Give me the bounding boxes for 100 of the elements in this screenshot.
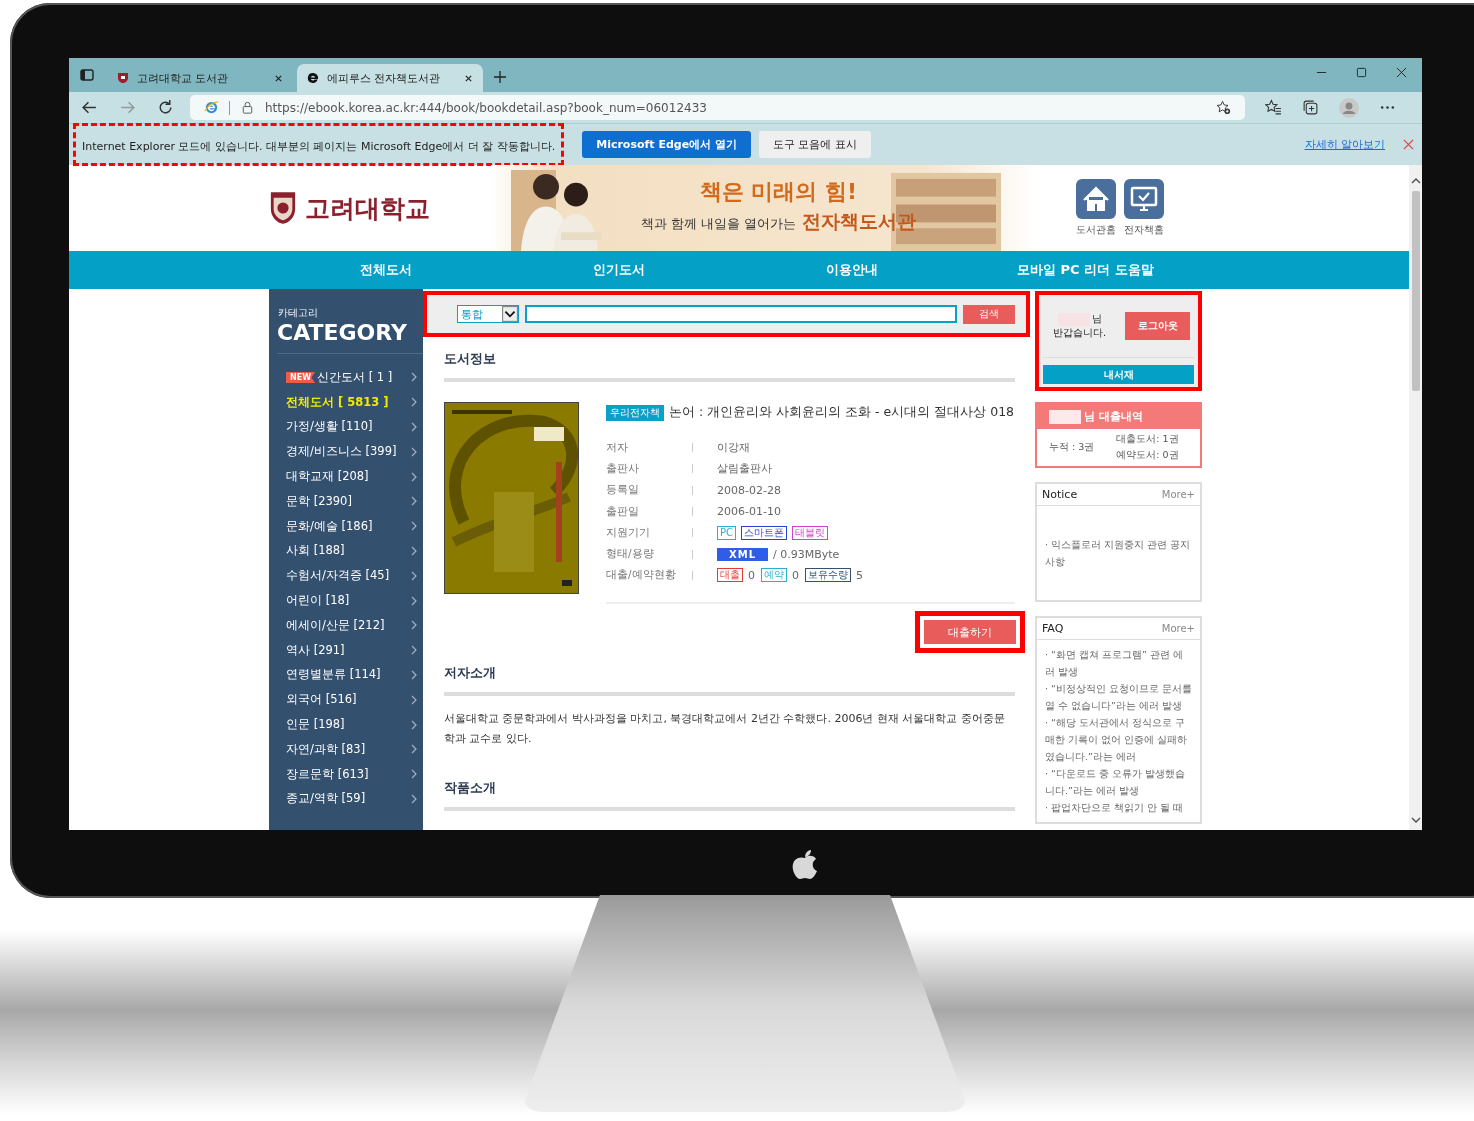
category-link[interactable]: 전체도서 [ 5813 ] bbox=[269, 389, 423, 415]
chevron-icon bbox=[411, 744, 417, 755]
category-link[interactable]: 사회 [188] bbox=[269, 538, 423, 564]
chevron-icon bbox=[411, 694, 417, 705]
device-tag: 태블릿 bbox=[792, 525, 828, 540]
status-count: 0 bbox=[792, 568, 799, 582]
faq-link[interactable]: · “다운로드 중 오류가 발생했습니다.”라는 에러 발생 bbox=[1045, 765, 1192, 799]
sidebar-subtitle: 카테고리 bbox=[278, 306, 319, 320]
total-loans: 누적 : 3권 bbox=[1049, 441, 1095, 454]
maximize-icon[interactable] bbox=[1356, 67, 1367, 78]
current-loans: 대출도서: 1권 bbox=[1116, 433, 1179, 446]
chevron-icon bbox=[411, 372, 417, 383]
lock-icon bbox=[240, 100, 255, 115]
refresh-icon[interactable] bbox=[157, 99, 174, 116]
back-icon[interactable] bbox=[81, 99, 98, 116]
chevron-icon bbox=[411, 719, 417, 730]
card-title: FAQ bbox=[1042, 622, 1064, 635]
field-value: 2008-02-28 bbox=[717, 483, 781, 497]
more-link[interactable]: More+ bbox=[1161, 623, 1195, 634]
author-bio: 서울대학교 중문학과에서 박사과정을 마치고, 북경대학교에서 2년간 수학했다. 2006년 현재 서울대학교 중어중문학과 교수로 있다. bbox=[444, 711, 1006, 747]
browser-tab[interactable]: 고려대학교 도서관 bbox=[107, 64, 293, 92]
open-in-edge-button[interactable]: Microsoft Edge에서 열기 bbox=[582, 131, 751, 158]
add-favorite-icon[interactable] bbox=[1216, 100, 1231, 115]
status-tag: 예약 bbox=[761, 568, 787, 583]
faq-link[interactable]: · “해당 도서관에서 정식으로 구매한 기록이 없어 인증에 실패하였습니다.”라는 에러 bbox=[1045, 714, 1192, 765]
category-link[interactable]: 에세이/산문 [212] bbox=[269, 612, 423, 638]
category-link[interactable]: 문화/예술 [186] bbox=[269, 513, 423, 539]
new-tab-icon[interactable] bbox=[493, 70, 507, 84]
category-link[interactable]: 대학교재 [208] bbox=[269, 464, 423, 489]
home-icon bbox=[1076, 179, 1116, 219]
category-link[interactable]: 경제/비즈니스 [399] bbox=[269, 439, 423, 465]
new-badge: NEW bbox=[286, 371, 315, 383]
chevron-icon bbox=[411, 545, 417, 556]
file-size: / 0.93MByte bbox=[773, 547, 840, 561]
quick-link[interactable]: 도서관홈 bbox=[1076, 179, 1116, 237]
category-link[interactable]: NEW 신간도서 [ 1 ] bbox=[269, 365, 423, 390]
more-link[interactable]: More+ bbox=[1161, 489, 1195, 500]
category-link[interactable]: 외국어 [516] bbox=[269, 687, 423, 713]
category-link[interactable]: 연령별분류 [114] bbox=[269, 662, 423, 688]
scroll-thumb[interactable] bbox=[1411, 191, 1420, 391]
crest-icon bbox=[269, 189, 297, 227]
profile-avatar[interactable] bbox=[1339, 97, 1359, 118]
learn-more-link[interactable]: 자세히 알아보기 bbox=[1304, 137, 1385, 152]
tab-actions-icon[interactable] bbox=[79, 67, 95, 83]
close-icon[interactable] bbox=[464, 73, 473, 83]
monitor-icon bbox=[1124, 179, 1164, 219]
field-label: 지원기기 bbox=[606, 525, 651, 540]
chevron-icon bbox=[411, 446, 417, 457]
favorites-icon[interactable] bbox=[1265, 99, 1282, 116]
shield-icon bbox=[117, 72, 129, 84]
scroll-down-icon[interactable] bbox=[1410, 816, 1421, 824]
card-title: Notice bbox=[1042, 488, 1078, 501]
field-label: 대출/예약현황 bbox=[606, 568, 677, 583]
browser-tab[interactable]: 에피루스 전자책도서관 bbox=[297, 64, 483, 92]
quick-link[interactable]: 전자책홈 bbox=[1124, 179, 1164, 237]
collections-icon[interactable] bbox=[1302, 99, 1319, 116]
chevron-icon bbox=[411, 397, 417, 408]
faq-link[interactable]: · “화면 캡쳐 프로그램” 관련 에러 발생 bbox=[1045, 646, 1192, 680]
scroll-up-icon[interactable] bbox=[1410, 177, 1421, 185]
reservations: 예약도서: 0권 bbox=[1116, 449, 1179, 462]
logo-icon bbox=[792, 849, 818, 879]
sidebar-title: CATEGORY bbox=[277, 320, 423, 354]
category-link[interactable]: 역사 [291] bbox=[269, 637, 423, 663]
category-link[interactable]: 문학 [2390] bbox=[269, 489, 423, 514]
banner-headline: 책은 미래의 힘! bbox=[699, 178, 857, 206]
university-logo[interactable]: 고려대학교 bbox=[305, 191, 430, 225]
device-tag: 스마트폰 bbox=[741, 525, 787, 540]
close-icon[interactable] bbox=[1396, 67, 1407, 78]
chevron-icon bbox=[411, 422, 417, 432]
address-field[interactable]: https://ebook.korea.ac.kr:444/book/bookdetail.asp?book_num=06012433 bbox=[190, 95, 1245, 120]
status-tag: 대출 bbox=[717, 568, 743, 583]
section-heading: 저자소개 bbox=[444, 664, 497, 682]
scrollbar[interactable] bbox=[1409, 165, 1422, 830]
notice-link[interactable]: · 익스플로러 지원중지 관련 공지사항 bbox=[1045, 536, 1192, 570]
name-suffix: 님 bbox=[1091, 312, 1102, 326]
chevron-icon bbox=[411, 645, 417, 656]
faq-link[interactable]: · “비정상적인 요청이므로 문서를 열 수 없습니다”라는 에러 발생 bbox=[1045, 680, 1192, 714]
status-count: 5 bbox=[856, 568, 863, 582]
chevron-icon bbox=[411, 595, 417, 606]
category-link[interactable]: 인문 [198] bbox=[269, 712, 423, 737]
search-field[interactable] bbox=[525, 305, 957, 323]
chevron-icon bbox=[411, 471, 417, 482]
browser-logo-icon bbox=[204, 100, 219, 115]
category-link[interactable]: 장르문학 [613] bbox=[269, 761, 423, 787]
show-in-toolbar-button[interactable]: 도구 모음에 표시 bbox=[758, 131, 871, 158]
category-link[interactable]: 자연/과학 [83] bbox=[269, 736, 423, 762]
faq-link[interactable]: · 팝업차단으로 책읽기 안 될 때 bbox=[1045, 799, 1192, 816]
status-count: 0 bbox=[748, 568, 755, 582]
ie-mode-message: Internet Explorer 모드에 있습니다. 대부분의 페이지는 Microsoft Edge에서 더 잘 작동합니다. bbox=[82, 140, 556, 153]
category-link[interactable]: 수험서/자격증 [45] bbox=[269, 563, 423, 589]
chevron-icon bbox=[411, 769, 417, 780]
category-link[interactable]: 어린이 [18] bbox=[269, 588, 423, 613]
close-icon[interactable] bbox=[274, 73, 283, 83]
section-heading: 작품소개 bbox=[444, 779, 497, 797]
banner-subline: 책과 함께 내일을 열어가는 bbox=[640, 215, 796, 233]
redacted-name bbox=[1049, 409, 1081, 424]
category-link[interactable]: 종교/역학 [59] bbox=[269, 786, 423, 812]
section-heading: 도서정보 bbox=[444, 350, 497, 368]
field-label: 출판사 bbox=[606, 461, 640, 476]
category-link[interactable]: 가정/생활 [110] bbox=[269, 414, 423, 440]
